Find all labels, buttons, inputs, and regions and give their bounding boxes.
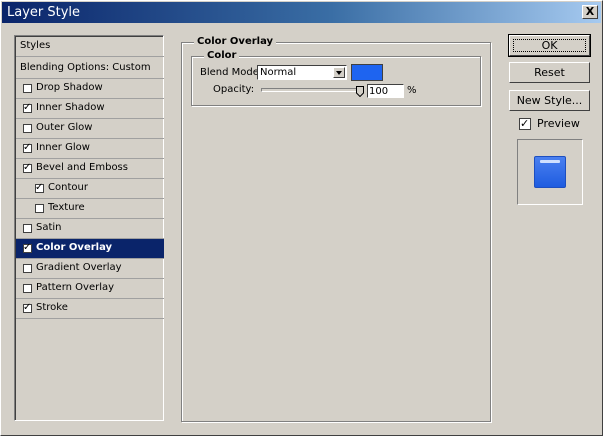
style-item-inner-glow[interactable]: ✓ Inner Glow [16, 139, 164, 159]
color-group-title: Color [204, 50, 240, 61]
check-icon: ✓ [23, 142, 32, 153]
check-icon: ✓ [520, 117, 530, 130]
reset-button[interactable]: Reset [509, 62, 590, 83]
chevron-down-icon[interactable] [333, 67, 345, 78]
opacity-input[interactable] [367, 84, 404, 98]
style-item-label: Outer Glow [36, 122, 93, 133]
styles-header[interactable]: Styles [16, 37, 164, 57]
check-icon: ✓ [23, 102, 32, 113]
preview-label: Preview [537, 117, 580, 130]
blending-options[interactable]: Blending Options: Custom [16, 59, 164, 79]
color-overlay-title: Color Overlay [194, 36, 277, 47]
style-checkbox[interactable] [23, 224, 32, 233]
blend-mode-label: Blend Mode: [200, 67, 263, 78]
preview-swatch-icon [534, 156, 566, 188]
style-item-label: Drop Shadow [36, 82, 103, 93]
style-checkbox[interactable] [23, 264, 32, 273]
title-bar[interactable]: Layer Style X [2, 2, 601, 23]
style-item-label: Inner Glow [36, 142, 90, 153]
preview-checkbox[interactable]: ✓ [519, 117, 531, 130]
overlay-color-swatch[interactable] [351, 64, 383, 81]
style-checkbox[interactable]: ✓ [23, 142, 32, 153]
style-checkbox[interactable]: ✓ [23, 302, 32, 313]
style-item-label: Color Overlay [36, 242, 113, 253]
check-icon: ✓ [23, 242, 32, 253]
new-style-button[interactable]: New Style... [509, 90, 590, 111]
style-item-texture[interactable]: Texture [16, 199, 164, 219]
style-item-contour[interactable]: ✓ Contour [16, 179, 164, 199]
opacity-unit: % [407, 85, 417, 96]
close-button[interactable]: X [582, 5, 598, 19]
style-checkbox[interactable] [23, 284, 32, 293]
slider-thumb-icon[interactable] [356, 86, 364, 97]
color-group [191, 56, 481, 106]
style-item-label: Stroke [36, 302, 68, 313]
style-item-label: Contour [48, 182, 88, 193]
style-checkbox[interactable]: ✓ [35, 182, 44, 193]
opacity-slider[interactable] [261, 88, 363, 92]
style-item-pattern-overlay[interactable]: Pattern Overlay [16, 279, 164, 299]
layer-style-dialog: Layer Style X Styles Blending Options: C… [0, 0, 603, 436]
style-item-stroke[interactable]: ✓ Stroke [16, 299, 164, 319]
window-title: Layer Style [7, 5, 81, 20]
check-icon: ✓ [23, 162, 32, 173]
check-icon: ✓ [23, 302, 32, 313]
style-item-label: Texture [48, 202, 85, 213]
style-checkbox[interactable] [23, 124, 32, 133]
style-item-label: Gradient Overlay [36, 262, 122, 273]
style-item-label: Pattern Overlay [36, 282, 115, 293]
check-icon: ✓ [35, 182, 44, 193]
style-checkbox[interactable]: ✓ [23, 102, 32, 113]
style-item-outer-glow[interactable]: Outer Glow [16, 119, 164, 139]
close-icon: X [585, 5, 595, 18]
style-item-label: Bevel and Emboss [36, 162, 128, 173]
blend-mode-value: Normal [260, 67, 297, 78]
style-checkbox[interactable] [35, 204, 44, 213]
style-item-inner-shadow[interactable]: ✓ Inner Shadow [16, 99, 164, 119]
styles-list: Styles Blending Options: Custom Drop Sha… [14, 35, 164, 421]
style-checkbox[interactable]: ✓ [23, 162, 32, 173]
ok-button[interactable]: OK [508, 34, 591, 57]
style-item-gradient-overlay[interactable]: Gradient Overlay [16, 259, 164, 279]
style-item-drop-shadow[interactable]: Drop Shadow [16, 79, 164, 99]
style-checkbox[interactable]: ✓ [23, 242, 32, 253]
style-item-satin[interactable]: Satin [16, 219, 164, 239]
style-preview [517, 139, 583, 205]
blend-mode-select[interactable]: Normal [257, 65, 347, 80]
style-item-bevel-and-emboss[interactable]: ✓ Bevel and Emboss [16, 159, 164, 179]
style-item-label: Satin [36, 222, 62, 233]
style-checkbox[interactable] [23, 84, 32, 93]
style-item-color-overlay[interactable]: ✓ Color Overlay [16, 239, 164, 259]
opacity-label: Opacity: [213, 84, 255, 95]
style-item-label: Inner Shadow [36, 102, 105, 113]
